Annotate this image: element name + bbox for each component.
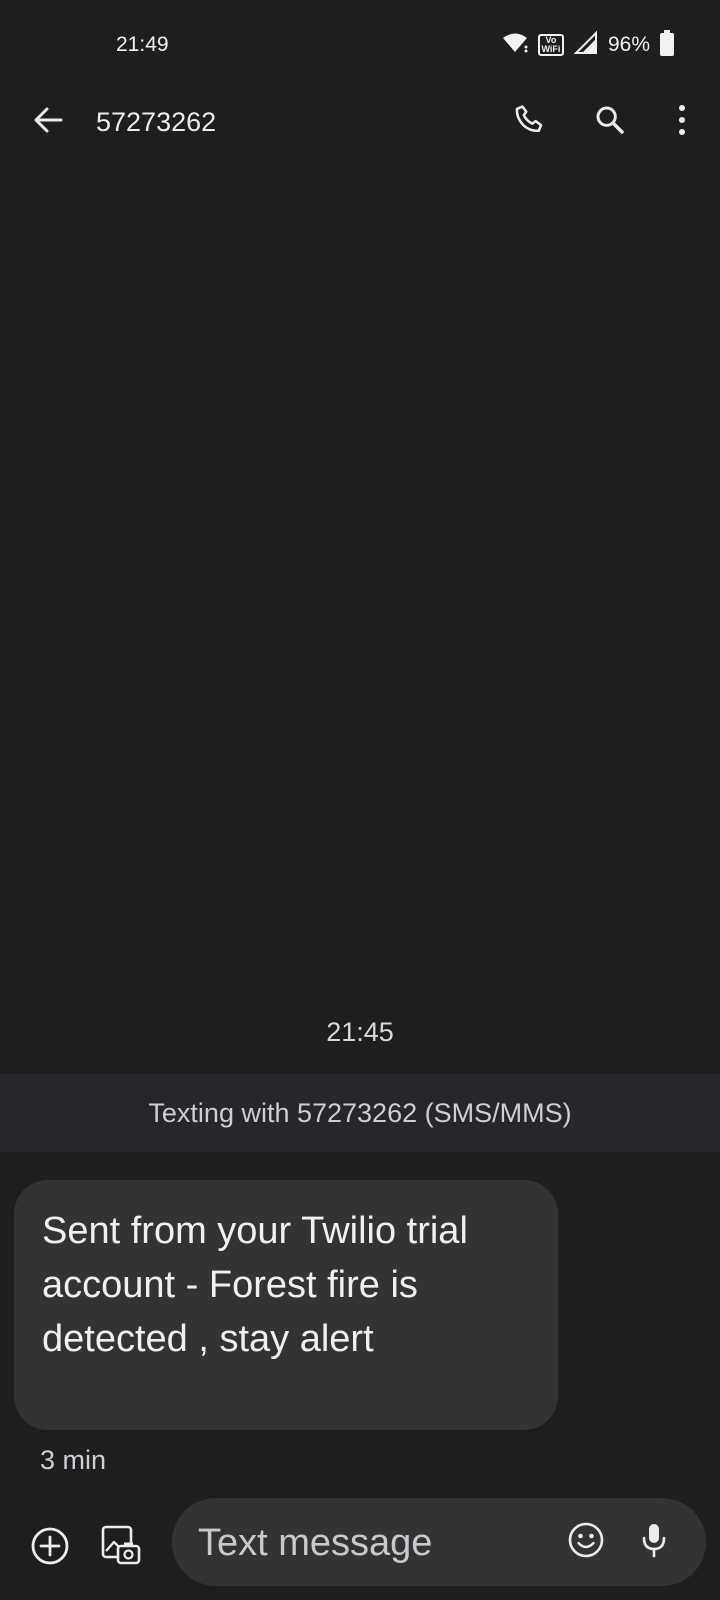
call-button[interactable] [508,100,552,144]
message-bubble[interactable]: Sent from your Twilio trial account - Fo… [14,1180,558,1430]
gallery-button[interactable] [98,1524,144,1570]
message-age: 3 min [40,1445,107,1475]
voice-button[interactable] [632,1520,676,1564]
vowifi-icon: Vo WiFi [537,34,564,56]
emoji-icon [567,1521,605,1564]
texting-banner-text: Texting with 57273262 (SMS/MMS) [148,1097,572,1128]
compose-bar [172,1498,706,1588]
contact-title: 57273262 [96,107,217,137]
texting-banner: Texting with 57273262 (SMS/MMS) [0,1074,720,1152]
signal-icon [573,30,598,60]
battery-percentage: 96% [607,33,650,56]
more-vert-icon [677,104,687,141]
mic-icon [639,1521,669,1564]
gallery-icon [100,1524,142,1571]
more-options-button[interactable] [660,100,704,144]
add-circle-icon [30,1526,70,1571]
search-icon [594,104,626,141]
message-input[interactable] [196,1498,540,1588]
back-arrow-icon [33,106,63,139]
attach-button[interactable] [28,1526,72,1570]
back-button[interactable] [28,100,68,144]
message-text: Sent from your Twilio trial account - Fo… [42,1210,468,1360]
search-button[interactable] [588,100,632,144]
status-icons: Vo WiFi 96% [502,29,674,61]
message-timestamp: 21:45 [326,1017,394,1047]
battery-icon [660,29,674,61]
emoji-button[interactable] [564,1520,608,1564]
status-time: 21:49 [116,33,169,56]
phone-icon [513,103,547,142]
wifi-icon [502,32,528,59]
vowifi-line2: WiFi [541,44,561,54]
